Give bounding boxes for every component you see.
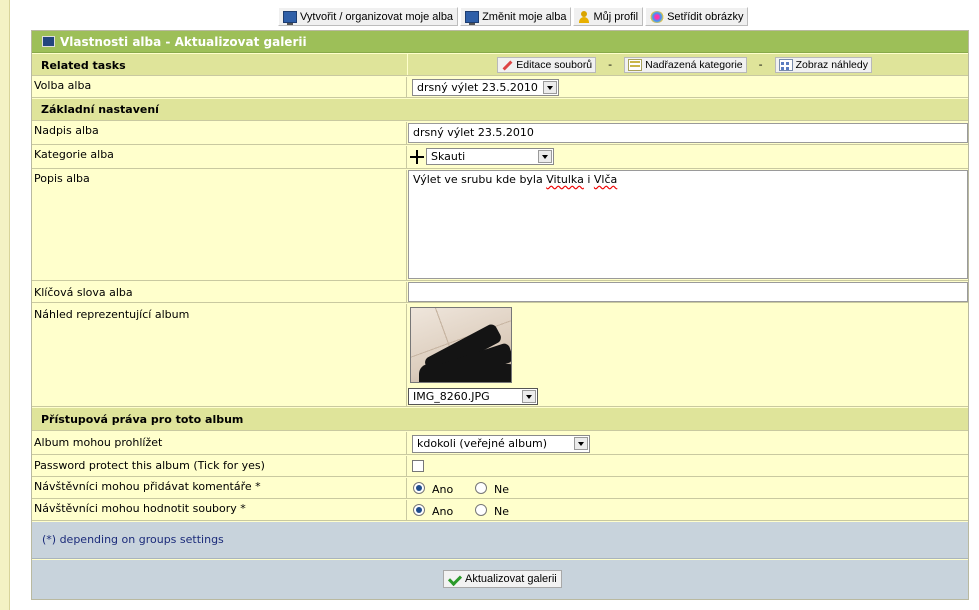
- album-category-row: Kategorie alba Skauti: [32, 146, 968, 169]
- rating-yes-radio[interactable]: [413, 504, 425, 516]
- rating-permission-row: Návštěvníci mohou hodnotit soubory * Ano…: [32, 500, 968, 521]
- left-border-strip: [0, 0, 10, 610]
- show-thumbnails-button[interactable]: Zobraz náhledy: [774, 56, 872, 73]
- thumbnails-icon: [778, 58, 793, 71]
- sort-pictures-label: Setřídit obrázky: [667, 10, 744, 23]
- my-profile-label: Můj profil: [593, 10, 639, 23]
- modify-albums-label: Změnit moje alba: [482, 10, 567, 23]
- album-description-textarea[interactable]: Výlet ve srubu kde byla Vitulka i Vlča: [408, 170, 968, 279]
- chevron-down-icon[interactable]: [543, 81, 557, 94]
- top-navigation: Vytvořit / organizovat moje alba Změnit …: [278, 7, 749, 27]
- album-keywords-input[interactable]: [408, 282, 968, 302]
- pencil-icon: [501, 59, 513, 71]
- submit-area: Aktualizovat galerii: [32, 560, 968, 599]
- move-cursor-icon: [409, 149, 425, 165]
- panel-title-bar: Vlastnosti alba - Aktualizovat galerii: [32, 31, 968, 53]
- rating-permission-label: Návštěvníci mohou hodnotit soubory *: [32, 500, 407, 520]
- description-text: i: [583, 173, 594, 186]
- category-icon: [628, 58, 643, 71]
- rating-yes-label[interactable]: Ano: [432, 505, 453, 518]
- album-keywords-label: Klíčová slova alba: [32, 282, 407, 302]
- comments-yes-label[interactable]: Ano: [432, 483, 453, 496]
- description-misspelled-word: Vlča: [593, 173, 618, 186]
- parent-category-label: Nadřazená kategorie: [645, 58, 743, 71]
- task-separator: -: [758, 58, 763, 71]
- access-rights-header: Přístupová práva pro toto album: [32, 408, 968, 431]
- view-permission-row: Album mohou prohlížet kdokoli (veřejné a…: [32, 432, 968, 455]
- photo-leg-shape: [419, 364, 511, 382]
- album-thumbnail-value: IMG_8260.JPG: [413, 390, 490, 403]
- related-tasks-row: Related tasks Editace souborů - Nadřazen…: [32, 54, 968, 76]
- view-permission-label: Album mohou prohlížet: [32, 432, 407, 454]
- panel-title: Vlastnosti alba - Aktualizovat galerii: [60, 34, 307, 49]
- album-thumbnail-image: [410, 307, 512, 383]
- edit-files-button[interactable]: Editace souborů: [497, 56, 597, 73]
- show-thumbnails-label: Zobraz náhledy: [795, 58, 868, 71]
- sort-pictures-button[interactable]: Setřídit obrázky: [645, 7, 749, 26]
- related-tasks-links: Editace souborů - Nadřazená kategorie - …: [408, 54, 968, 75]
- create-albums-label: Vytvořit / organizovat moje alba: [300, 10, 454, 23]
- parent-category-button[interactable]: Nadřazená kategorie: [624, 56, 747, 73]
- task-separator: -: [608, 58, 613, 71]
- album-select[interactable]: drsný výlet 23.5.2010: [412, 79, 559, 96]
- album-title-input[interactable]: drsný výlet 23.5.2010: [408, 123, 968, 143]
- related-tasks-label: Related tasks: [32, 54, 407, 75]
- computer-icon: [283, 10, 297, 25]
- chevron-down-icon[interactable]: [522, 390, 536, 403]
- basic-settings-header: Základní nastavení: [32, 99, 968, 121]
- comments-permission-row: Návštěvníci mohou přidávat komentáře * A…: [32, 478, 968, 499]
- album-category-value: Skauti: [431, 150, 466, 163]
- modify-albums-button[interactable]: Změnit moje alba: [460, 7, 572, 26]
- album-title-value: drsný výlet 23.5.2010: [413, 126, 534, 139]
- groups-note-area: (*) depending on groups settings: [32, 522, 968, 559]
- comments-no-label[interactable]: Ne: [494, 483, 509, 496]
- comments-no-radio[interactable]: [475, 482, 487, 494]
- view-permission-value: kdokoli (veřejné album): [417, 437, 548, 450]
- my-profile-button[interactable]: Můj profil: [573, 7, 644, 26]
- album-select-row: Volba alba drsný výlet 23.5.2010: [32, 77, 968, 98]
- album-title-label: Nadpis alba: [32, 122, 407, 144]
- checkmark-icon: [448, 573, 462, 585]
- comments-permission-label: Návštěvníci mohou přidávat komentáře *: [32, 478, 407, 498]
- description-misspelled-word: Vitulka: [546, 173, 584, 186]
- album-select-value: drsný výlet 23.5.2010: [417, 81, 538, 94]
- edit-files-label: Editace souborů: [516, 58, 593, 71]
- comments-yes-radio[interactable]: [413, 482, 425, 494]
- password-protect-row: Password protect this album (Tick for ye…: [32, 456, 968, 477]
- album-description-label: Popis alba: [32, 170, 407, 280]
- album-icon: [42, 36, 55, 47]
- password-protect-label: Password protect this album (Tick for ye…: [32, 456, 407, 476]
- description-text: Výlet ve srubu kde byla: [413, 173, 547, 186]
- album-keywords-row: Klíčová slova alba: [32, 282, 968, 303]
- view-permission-select[interactable]: kdokoli (veřejné album): [412, 435, 590, 453]
- rating-no-label[interactable]: Ne: [494, 505, 509, 518]
- password-protect-checkbox[interactable]: [412, 460, 424, 472]
- update-gallery-label: Aktualizovat galerii: [465, 573, 557, 585]
- album-thumbnail-row: Náhled reprezentující album IMG_8260.JPG: [32, 304, 968, 407]
- chevron-down-icon[interactable]: [538, 150, 552, 163]
- update-gallery-button[interactable]: Aktualizovat galerii: [443, 570, 562, 588]
- sort-icon: [650, 10, 665, 23]
- album-thumbnail-label: Náhled reprezentující album: [32, 304, 407, 406]
- create-albums-button[interactable]: Vytvořit / organizovat moje alba: [278, 7, 459, 26]
- album-description-row: Popis alba Výlet ve srubu kde byla Vitul…: [32, 170, 968, 281]
- chevron-down-icon[interactable]: [574, 437, 588, 450]
- user-icon: [578, 10, 590, 23]
- groups-note: (*) depending on groups settings: [42, 533, 224, 546]
- album-category-label: Kategorie alba: [32, 146, 407, 168]
- album-select-label: Volba alba: [32, 77, 407, 97]
- album-thumbnail-select[interactable]: IMG_8260.JPG: [408, 388, 538, 405]
- computer-icon: [465, 10, 480, 25]
- album-properties-panel: Vlastnosti alba - Aktualizovat galerii R…: [31, 30, 969, 600]
- album-title-row: Nadpis alba drsný výlet 23.5.2010: [32, 122, 968, 145]
- album-category-select[interactable]: Skauti: [426, 148, 554, 165]
- rating-no-radio[interactable]: [475, 504, 487, 516]
